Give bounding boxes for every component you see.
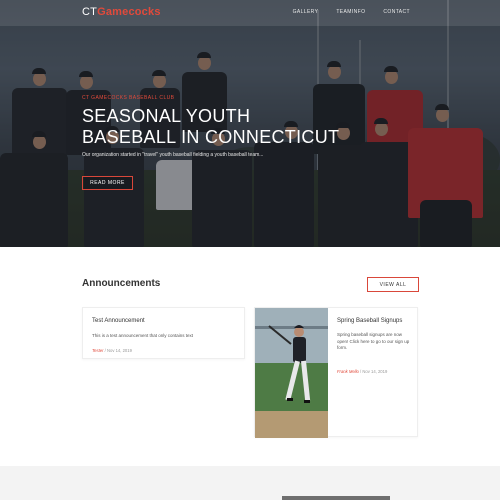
next-section-image bbox=[282, 496, 390, 500]
announcement-body: This is a test announcement that only co… bbox=[92, 333, 194, 338]
nav-links: GALLERY TEAMINFO CONTACT bbox=[293, 9, 410, 15]
top-nav: CTGamecocks GALLERY TEAMINFO CONTACT bbox=[0, 0, 500, 26]
next-section bbox=[0, 466, 500, 500]
announcement-title[interactable]: Test Announcement bbox=[92, 318, 145, 324]
announcement-title[interactable]: Spring Baseball Signups bbox=[337, 318, 402, 324]
announcement-author: Tester bbox=[92, 348, 104, 353]
announcement-photo bbox=[255, 308, 328, 438]
hero-kicker: CT GAMECOCKS BASEBALL CLUB bbox=[82, 95, 175, 101]
announcement-card[interactable]: Spring Baseball Signups Spring baseball … bbox=[254, 307, 418, 438]
announcement-author: Frank Mello bbox=[337, 369, 359, 374]
site-logo[interactable]: CTGamecocks bbox=[82, 6, 161, 18]
announcement-meta: Tester / Nov 14, 2019 bbox=[92, 348, 132, 353]
hero-title: SEASONAL YOUTH BASEBALL IN CONNECTICUT bbox=[82, 106, 340, 147]
logo-prefix: CT bbox=[82, 6, 98, 18]
logo-name: Gamecocks bbox=[97, 6, 161, 18]
hero-description: Our organization started in "travel" you… bbox=[82, 152, 264, 158]
hero-banner: CTGamecocks GALLERY TEAMINFO CONTACT CT … bbox=[0, 0, 500, 247]
announcement-meta: Frank Mello / Nov 14, 2019 bbox=[337, 369, 388, 374]
announcement-date: Nov 14, 2019 bbox=[106, 348, 132, 353]
announcement-body: Spring baseball signups are now open! Cl… bbox=[337, 332, 410, 350]
nav-link-contact[interactable]: CONTACT bbox=[383, 9, 410, 15]
nav-link-gallery[interactable]: GALLERY bbox=[293, 9, 319, 15]
announcement-card[interactable]: Test Announcement This is a test announc… bbox=[82, 307, 245, 359]
view-all-button[interactable]: VIEW ALL bbox=[367, 277, 419, 292]
announcements-heading: Announcements bbox=[82, 278, 161, 289]
nav-link-teaminfo[interactable]: TEAMINFO bbox=[336, 9, 365, 15]
announcement-date: Nov 14, 2019 bbox=[362, 369, 388, 374]
batter-illustration bbox=[255, 308, 328, 438]
read-more-button[interactable]: READ MORE bbox=[82, 176, 133, 190]
